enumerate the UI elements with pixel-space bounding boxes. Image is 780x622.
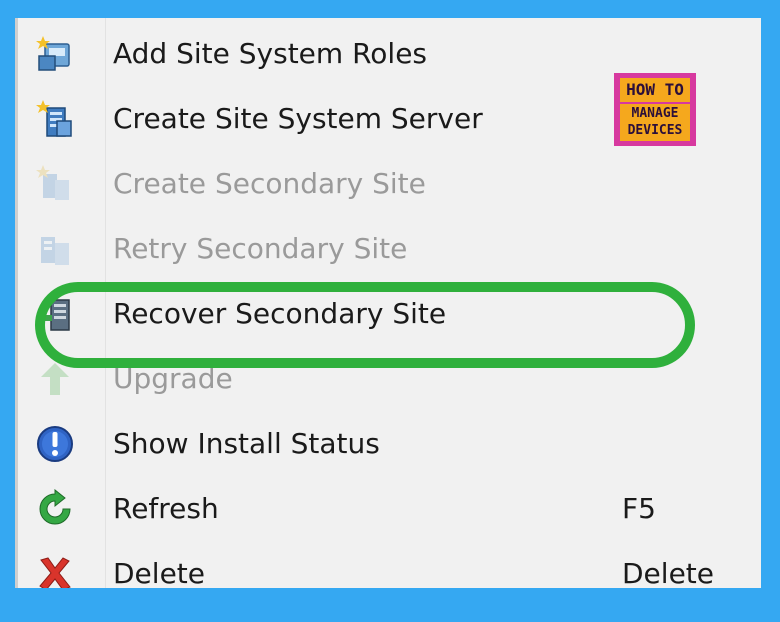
menu-item-refresh[interactable]: Refresh F5: [15, 477, 761, 537]
create-secondary-site-icon: [35, 164, 75, 204]
menu-item-delete[interactable]: Delete Delete: [15, 542, 761, 588]
delete-x-icon: [35, 554, 75, 588]
retry-secondary-site-icon: [35, 229, 75, 269]
menu-item-label: Show Install Status: [113, 427, 380, 460]
menu-item-label: Refresh: [113, 492, 219, 525]
menu-item-recover-secondary-site[interactable]: Recover Secondary Site: [15, 282, 761, 342]
menu-item-label: Upgrade: [113, 362, 233, 395]
menu-item-show-install-status[interactable]: Show Install Status: [15, 412, 761, 472]
recover-secondary-site-icon: [35, 294, 75, 334]
shortcut-label: F5: [622, 492, 656, 525]
menu-item-label: Add Site System Roles: [113, 37, 428, 70]
menu-item-upgrade[interactable]: Upgrade: [15, 347, 761, 407]
menu-item-label: Retry Secondary Site: [113, 232, 408, 265]
logo-text-bottom: MANAGE DEVICES: [620, 104, 690, 141]
logo-line-manage: MANAGE: [631, 106, 679, 121]
how-to-manage-devices-logo: HOW TO MANAGE DEVICES: [614, 73, 696, 146]
menu-item-label: Delete: [113, 557, 205, 588]
logo-line-devices: DEVICES: [627, 123, 683, 138]
menu-item-create-secondary-site[interactable]: Create Secondary Site: [15, 152, 761, 212]
info-exclamation-icon: [35, 424, 75, 464]
menu-item-label: Create Secondary Site: [113, 167, 426, 200]
shortcut-label: Delete: [622, 557, 714, 588]
add-site-system-roles-icon: [35, 34, 75, 74]
refresh-icon: [35, 489, 75, 529]
menu-item-label: Recover Secondary Site: [113, 297, 447, 330]
create-site-system-server-icon: [35, 99, 75, 139]
upgrade-arrow-icon: [35, 359, 75, 399]
menu-item-retry-secondary-site[interactable]: Retry Secondary Site: [15, 217, 761, 277]
menu-item-label: Create Site System Server: [113, 102, 483, 135]
context-menu: Add Site System Roles Create Site System…: [15, 18, 761, 588]
logo-text-top: HOW TO: [620, 78, 690, 102]
